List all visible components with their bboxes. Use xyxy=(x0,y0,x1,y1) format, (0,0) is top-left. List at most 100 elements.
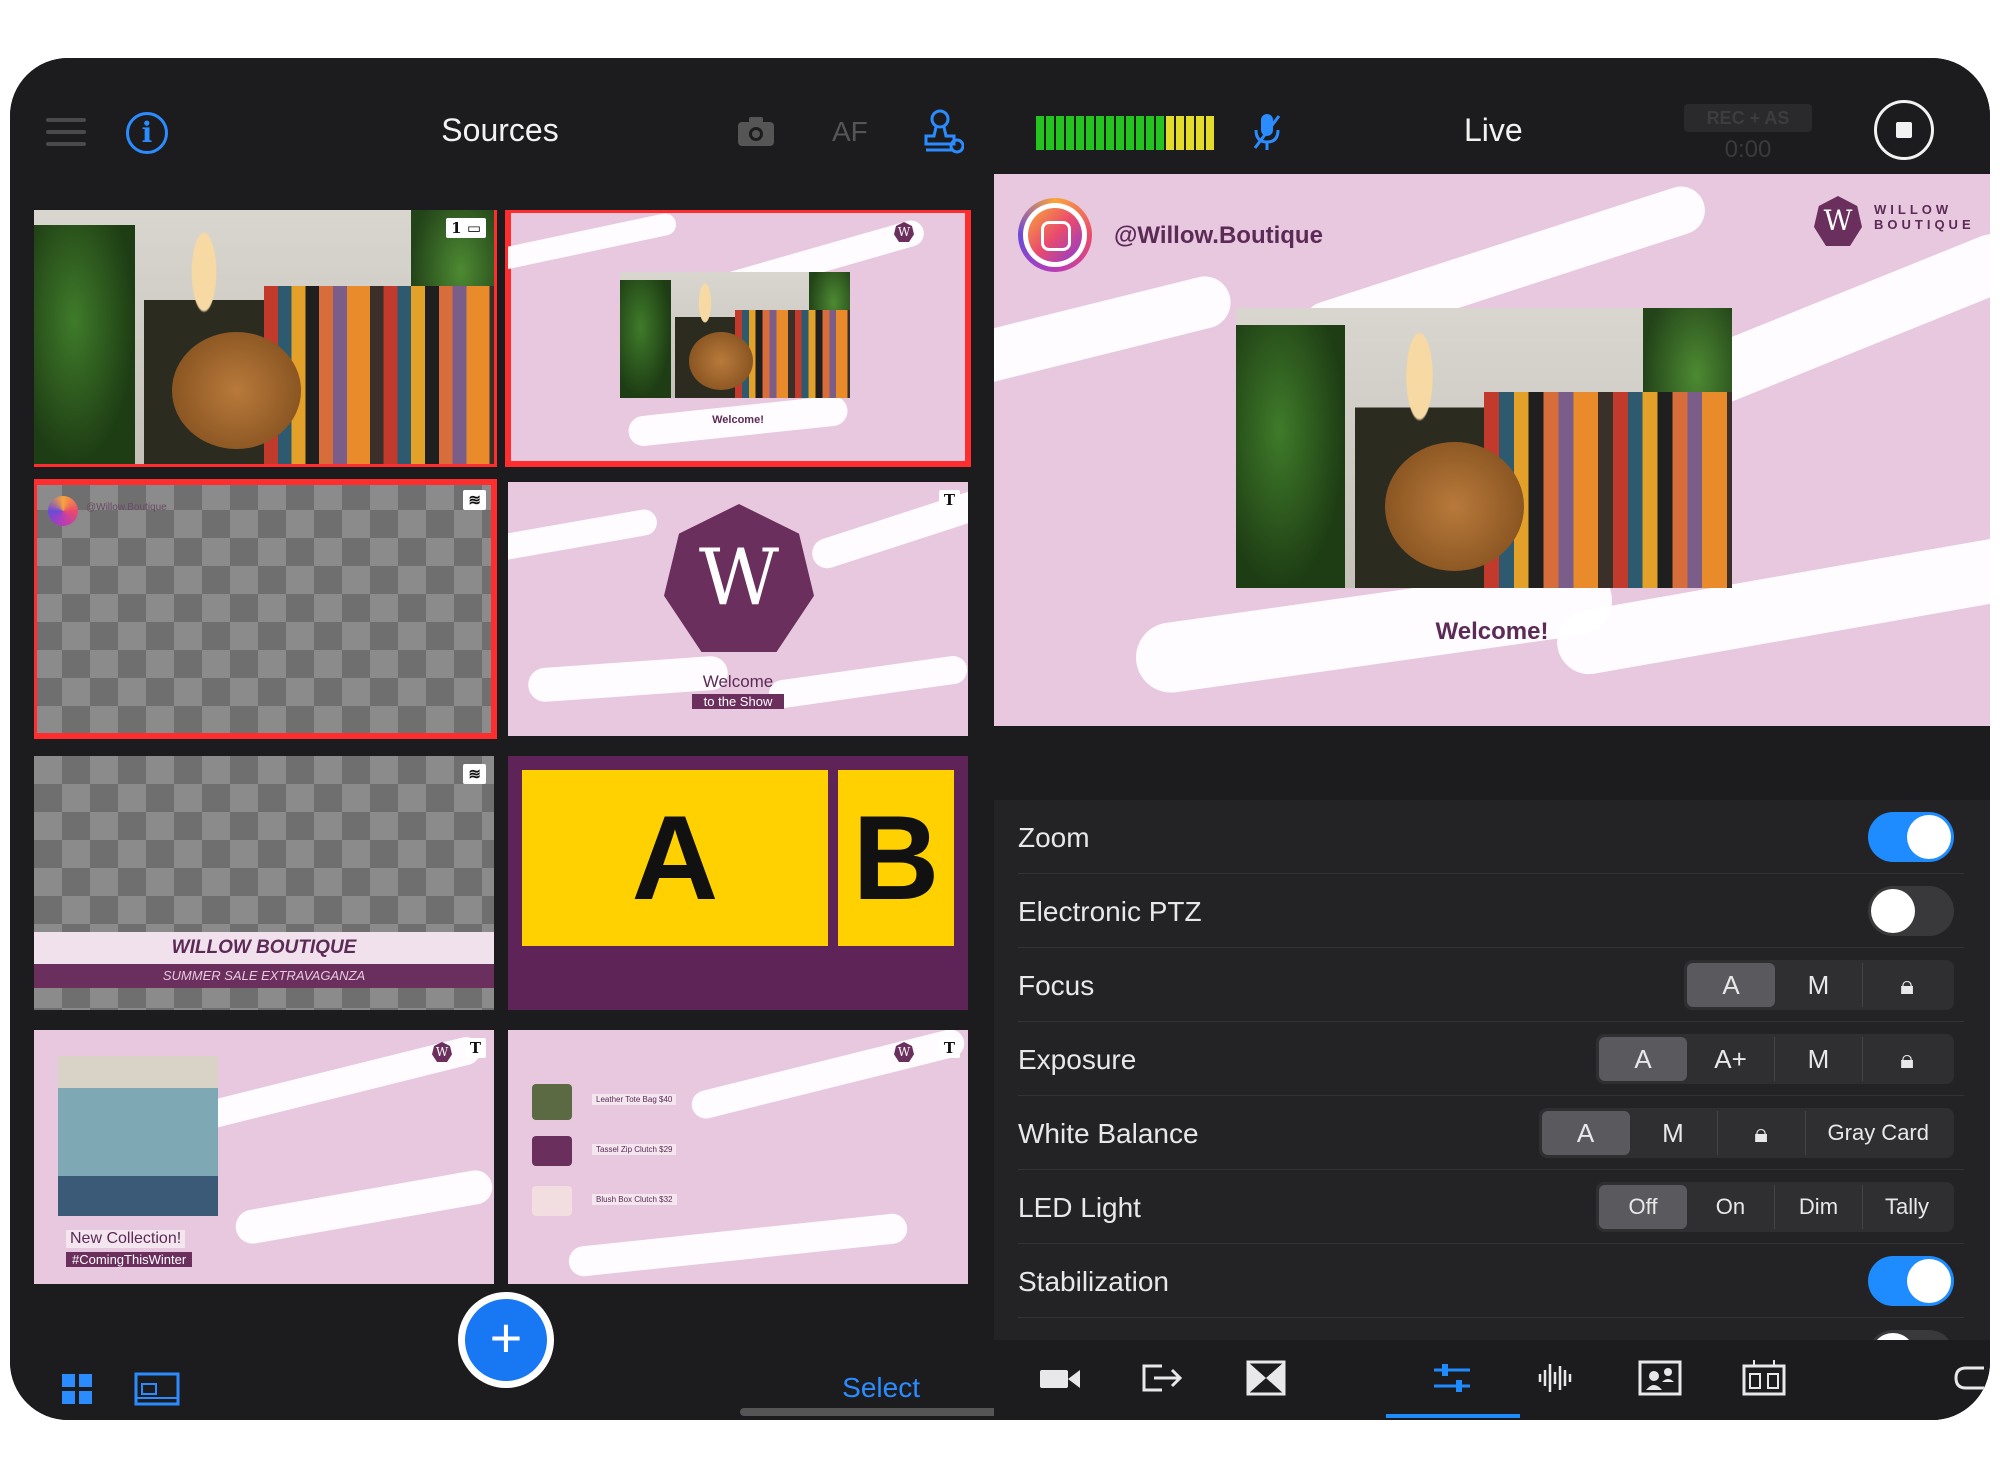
setting-electronic-ptz: Electronic PTZ xyxy=(1018,874,1964,948)
more-tabs-icon[interactable] xyxy=(1944,1358,1984,1398)
record-badge[interactable]: REC + AS xyxy=(1684,104,1812,132)
text-badge: T xyxy=(938,490,960,510)
focus-auto-option[interactable]: A xyxy=(1687,963,1775,1007)
active-tab-indicator xyxy=(1386,1414,1520,1418)
source-tile-ab-split[interactable]: A B xyxy=(508,756,968,1010)
tile-subtitle: to the Show xyxy=(692,694,784,709)
multiview-icon[interactable] xyxy=(134,1372,180,1406)
setting-label: Focus xyxy=(1018,970,1095,1001)
exposure-lock-icon[interactable]: 🔒︎ xyxy=(1863,1037,1951,1081)
scoreboard-icon[interactable] xyxy=(1742,1358,1786,1398)
source-tile-product-list[interactable]: W T Leather Tote Bag $40 Tassel Zip Clut… xyxy=(508,1030,968,1284)
live-preview: @Willow.Boutique W WILLOW BOUTIQUE Welco… xyxy=(994,174,1990,726)
setting-label: Electronic PTZ xyxy=(1018,896,1202,927)
camera-settings-list: Zoom Electronic PTZ Focus A M 🔒︎ Exposur… xyxy=(994,800,1990,1340)
setting-zoom: Zoom xyxy=(1018,800,1964,874)
camera-feed xyxy=(1236,308,1732,588)
source-tile-camera[interactable]: 1 ▭ xyxy=(34,210,497,467)
electronic-ptz-toggle[interactable] xyxy=(1868,886,1954,936)
tile-handle: @Willow.Boutique xyxy=(86,502,167,513)
lower-third-subtitle: SUMMER SALE EXTRAVAGANZA xyxy=(34,964,494,988)
wb-lock-icon[interactable]: 🔒︎ xyxy=(1718,1111,1806,1155)
led-on-option[interactable]: On xyxy=(1687,1185,1775,1229)
transition-icon[interactable] xyxy=(1244,1358,1288,1398)
zoom-toggle[interactable] xyxy=(1868,812,1954,862)
tile-title: Welcome xyxy=(702,672,774,691)
camera-settings-icon[interactable] xyxy=(1430,1358,1474,1398)
led-off-option[interactable]: Off xyxy=(1598,1185,1687,1229)
focus-manual-option[interactable]: M xyxy=(1775,963,1863,1007)
audio-waveform-icon[interactable] xyxy=(1534,1358,1578,1398)
product-thumb xyxy=(532,1186,572,1216)
stamp-icon[interactable] xyxy=(922,108,964,154)
record-timer: 0:00 xyxy=(1724,136,1772,163)
source-tile-lower-third[interactable]: ≋ WILLOW BOUTIQUE SUMMER SALE EXTRAVAGAN… xyxy=(34,756,494,1010)
tile-subtitle: #ComingThisWinter xyxy=(66,1252,193,1267)
setting-white-balance: White Balance A M 🔒︎ Gray Card xyxy=(1018,1096,1964,1170)
sources-grid: 1 ▭ W Welcome! @Willow.Boutique ≋ W Welc… xyxy=(34,210,986,1362)
source-tile-instagram-overlay[interactable]: @Willow.Boutique ≋ xyxy=(34,479,497,739)
exposure-auto-plus-option[interactable]: A+ xyxy=(1687,1037,1775,1081)
autofocus-button[interactable]: AF xyxy=(832,116,868,148)
tile-title: New Collection! xyxy=(66,1230,186,1248)
lower-third-title: WILLOW BOUTIQUE xyxy=(34,932,494,964)
setting-label: Stabilization xyxy=(1018,1266,1169,1297)
wb-auto-option[interactable]: A xyxy=(1541,1111,1630,1155)
led-tally-option[interactable]: Tally xyxy=(1863,1185,1951,1229)
source-tile-welcome-show[interactable]: W Welcome to the Show T xyxy=(508,482,968,736)
focus-lock-icon[interactable]: 🔒︎ xyxy=(1863,963,1951,1007)
ipad-screen: i Sources AF 1 ▭ W Welcome! @Willow.Bout… xyxy=(10,58,1990,1420)
partial-toggle[interactable] xyxy=(1868,1330,1954,1340)
source-tile-new-collection[interactable]: W T New Collection! #ComingThisWinter xyxy=(34,1030,494,1284)
live-tab-bar xyxy=(994,1340,1990,1420)
add-source-button[interactable]: + xyxy=(458,1292,554,1388)
camera-badge: 1 ▭ xyxy=(446,218,486,238)
product-line: Tassel Zip Clutch $29 xyxy=(592,1144,677,1155)
text-badge: T xyxy=(464,1038,486,1058)
exposure-segmented-control: A A+ M 🔒︎ xyxy=(1596,1034,1954,1084)
source-a-label: A xyxy=(522,770,828,946)
stop-button[interactable] xyxy=(1874,100,1934,160)
video-camera-icon[interactable] xyxy=(1038,1358,1082,1398)
plus-icon: + xyxy=(465,1299,547,1381)
led-dim-option[interactable]: Dim xyxy=(1775,1185,1863,1229)
brand-name: WILLOW BOUTIQUE xyxy=(1874,202,1975,232)
wb-gray-card-option[interactable]: Gray Card xyxy=(1806,1111,1951,1155)
white-balance-segmented-control: A M 🔒︎ Gray Card xyxy=(1538,1108,1954,1158)
exposure-manual-option[interactable]: M xyxy=(1775,1037,1863,1081)
output-icon[interactable] xyxy=(1140,1358,1184,1398)
wb-manual-option[interactable]: M xyxy=(1630,1111,1718,1155)
focus-segmented-control: A M 🔒︎ xyxy=(1684,960,1954,1010)
select-button[interactable]: Select xyxy=(842,1372,920,1404)
mic-muted-icon[interactable] xyxy=(1252,112,1282,152)
sources-toolbar: i Sources AF xyxy=(10,58,990,208)
setting-label: Exposure xyxy=(1018,1044,1137,1075)
setting-stabilization: Stabilization xyxy=(1018,1244,1964,1318)
brand-logo-icon: W xyxy=(664,504,814,652)
grid-view-icon[interactable] xyxy=(62,1374,92,1404)
product-photo xyxy=(58,1056,218,1216)
exposure-auto-option[interactable]: A xyxy=(1599,1037,1687,1081)
setting-led-light: LED Light Off On Dim Tally xyxy=(1018,1170,1964,1244)
layers-icon: ≋ xyxy=(463,764,486,784)
guests-icon[interactable] xyxy=(1638,1358,1682,1398)
layers-icon: ≋ xyxy=(463,490,486,510)
setting-partial-row xyxy=(1018,1318,1964,1340)
led-segmented-control: Off On Dim Tally xyxy=(1595,1182,1954,1232)
tile-caption: Welcome! xyxy=(712,414,764,426)
welcome-caption: Welcome! xyxy=(1435,618,1549,645)
setting-focus: Focus A M 🔒︎ xyxy=(1018,948,1964,1022)
instagram-handle: @Willow.Boutique xyxy=(1114,222,1323,249)
instagram-icon xyxy=(48,496,78,526)
source-b-label: B xyxy=(838,770,954,946)
source-tile-welcome[interactable]: W Welcome! xyxy=(505,210,971,467)
audio-level-meter xyxy=(1036,116,1214,150)
product-line: Leather Tote Bag $40 xyxy=(592,1094,677,1105)
stop-icon xyxy=(1896,122,1912,138)
stabilization-toggle[interactable] xyxy=(1868,1256,1954,1306)
setting-label: White Balance xyxy=(1018,1118,1199,1149)
brand-logo-icon: W xyxy=(1814,196,1862,246)
camera-icon[interactable] xyxy=(736,114,776,148)
text-badge: T xyxy=(938,1038,960,1058)
live-panel: Live REC + AS 0:00 @Willow.Boutique W WI… xyxy=(994,58,1990,1420)
